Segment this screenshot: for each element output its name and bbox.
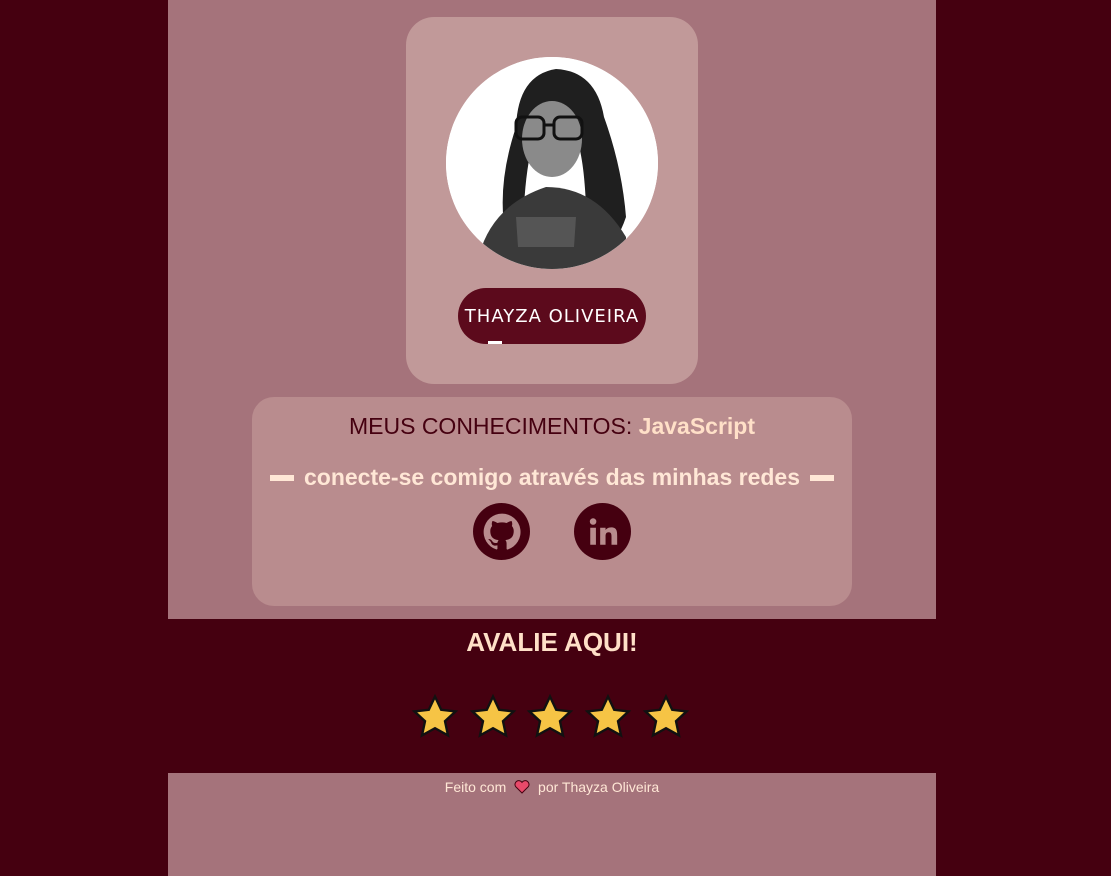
connect-text: conecte-se comigo através das minhas red…: [304, 464, 800, 490]
skills-value: JavaScript: [638, 413, 756, 439]
star-icon[interactable]: [526, 693, 574, 741]
star-rating: [411, 693, 701, 741]
rating-section: AVALIE AQUI!: [168, 619, 936, 773]
profile-section: THAYZA OLIVEIRA MEUS CONHECIMENTOS: Java…: [168, 0, 936, 619]
star-icon[interactable]: [584, 693, 632, 741]
star-icon[interactable]: [642, 693, 690, 741]
rating-title: AVALIE AQUI!: [466, 627, 638, 657]
dash-decoration: [810, 474, 834, 481]
name-decoration: [488, 341, 502, 344]
footer-text: Feito com por Thayza Oliveira: [168, 779, 936, 795]
star-icon[interactable]: [469, 693, 517, 741]
page: THAYZA OLIVEIRA MEUS CONHECIMENTOS: Java…: [168, 0, 936, 876]
footer-suffix: por Thayza Oliveira: [538, 779, 660, 795]
profile-card: THAYZA OLIVEIRA: [406, 17, 698, 384]
name-badge: THAYZA OLIVEIRA: [458, 288, 646, 344]
footer-prefix: Feito com: [444, 779, 507, 795]
skills-label: MEUS CONHECIMENTOS:: [348, 413, 633, 439]
footer: Feito com por Thayza Oliveira: [168, 773, 936, 876]
avatar-photo: [446, 57, 658, 269]
dash-decoration: [270, 474, 294, 481]
heart-icon: [514, 780, 530, 794]
skills-line: MEUS CONHECIMENTOS: JavaScript: [252, 413, 852, 440]
skills-card: MEUS CONHECIMENTOS: JavaScript conecte-s…: [252, 397, 852, 606]
avatar: [446, 57, 658, 269]
star-icon[interactable]: [411, 693, 459, 741]
github-icon[interactable]: [473, 503, 530, 560]
linkedin-icon[interactable]: [574, 503, 631, 560]
connect-line: conecte-se comigo através das minhas red…: [252, 464, 852, 491]
